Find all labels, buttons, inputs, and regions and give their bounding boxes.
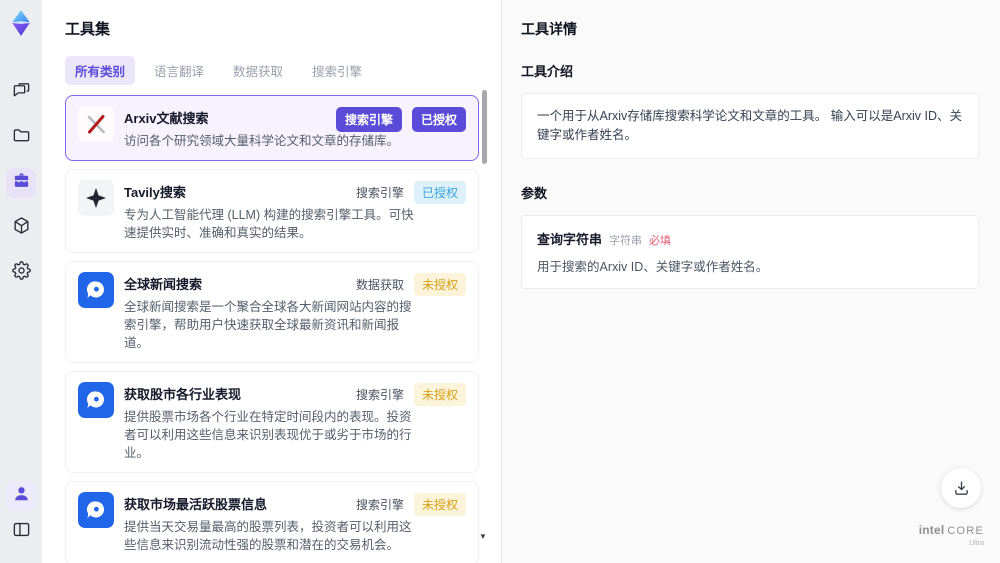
sidebar-item-settings[interactable] (6, 258, 36, 288)
sidebar-item-tools[interactable] (6, 168, 36, 198)
detail-title: 工具详情 (521, 21, 577, 37)
folder-icon (12, 126, 31, 150)
category-tabs: 所有类别 语言翻译 数据获取 搜索引擎 (65, 56, 501, 85)
scrollbar-thumb[interactable] (482, 90, 487, 164)
tool-card-list: Arxiv文献搜索 访问各个研究领域大量科学论文和文章的存储库。 搜索引擎 已授… (65, 95, 479, 563)
tool-card[interactable]: Tavily搜索 专为人工智能代理 (LLM) 构建的搜索引擎工具。可快速提供实… (65, 169, 479, 253)
chat-icon (12, 81, 31, 105)
tavily-icon (78, 180, 114, 216)
category-tag: 数据获取 (355, 278, 404, 292)
app-logo-icon (6, 8, 36, 38)
toolset-panel: 工具集 所有类别 语言翻译 数据获取 搜索引擎 Arxiv文献搜索 访问各个研究… (42, 0, 501, 563)
tool-card[interactable]: Arxiv文献搜索 访问各个研究领域大量科学论文和文章的存储库。 搜索引擎 已授… (65, 95, 479, 161)
params-box: 查询字符串 字符串 必填 用于搜索的Arxiv ID、关键字或作者姓名。 (521, 214, 979, 289)
sidebar-item-chat[interactable] (6, 78, 36, 108)
icon-rail (0, 0, 42, 563)
tool-description: 提供股票市场各个行业在特定时间段内的表现。投资者可以利用这些信息来识别表现优于或… (124, 410, 412, 460)
tool-card[interactable]: 获取股市各行业表现 提供股票市场各个行业在特定时间段内的表现。投资者可以利用这些… (65, 371, 479, 473)
param-head: 查询字符串 字符串 必填 (537, 229, 963, 248)
brand-sub-text: Ultra (969, 540, 984, 547)
tool-tags: 搜索引擎 已授权 (335, 107, 466, 132)
param-required-flag: 必填 (649, 234, 672, 247)
gear-icon (11, 261, 31, 285)
qnews-icon (78, 272, 114, 308)
user-icon (12, 484, 31, 508)
tool-tags: 搜索引擎 未授权 (356, 383, 466, 406)
tool-card[interactable]: 获取市场最活跃股票信息 提供当天交易量最高的股票列表，投资者可以利用这些信息来识… (65, 481, 479, 563)
tab-label: 语言翻译 (154, 65, 205, 79)
auth-status-badge: 未授权 (413, 383, 466, 406)
qnews-icon (78, 382, 114, 418)
intro-box: 一个用于从Arxiv存储库搜索科学论文和文章的工具。 输入可以是Arxiv ID… (521, 93, 979, 159)
app-window: 工具集 所有类别 语言翻译 数据获取 搜索引擎 Arxiv文献搜索 访问各个研究… (0, 0, 1000, 563)
category-tag: 搜索引擎 (355, 186, 404, 200)
category-tab[interactable]: 语言翻译 (144, 56, 214, 85)
param-type: 字符串 (609, 234, 643, 247)
cube-icon (12, 216, 31, 240)
toolbox-icon (12, 171, 31, 195)
tool-tags: 数据获取 未授权 (356, 273, 466, 296)
sidebar-item-models[interactable] (6, 213, 36, 243)
category-tag: 搜索引擎 (335, 107, 402, 132)
params-heading: 参数 (521, 185, 548, 201)
tool-tags: 搜索引擎 未授权 (356, 493, 466, 516)
auth-status-badge: 未授权 (413, 273, 466, 296)
tab-label: 搜索引擎 (312, 65, 363, 79)
param-description: 用于搜索的Arxiv ID、关键字或作者姓名。 (537, 259, 769, 274)
tool-description: 提供当天交易量最高的股票列表，投资者可以利用这些信息来识别流动性强的股票和潜在的… (124, 520, 412, 552)
page-title: 工具集 (65, 21, 111, 38)
sidebar-item-files[interactable] (6, 123, 36, 153)
tool-description: 访问各个研究领域大量科学论文和文章的存储库。 (124, 134, 400, 148)
intel-core-logo: intel CORE Ultra (919, 522, 984, 547)
tool-tags: 搜索引擎 已授权 (356, 181, 466, 204)
auth-status-badge: 已授权 (411, 107, 466, 132)
param-name: 查询字符串 (537, 231, 603, 247)
tool-detail-panel: 工具详情 工具介绍 一个用于从Arxiv存储库搜索科学论文和文章的工具。 输入可… (502, 0, 1000, 563)
arxiv-icon (78, 106, 114, 142)
category-tag: 搜索引擎 (355, 498, 404, 512)
qnews-icon (78, 492, 114, 528)
scrollbar-down-arrow[interactable]: ▼ (479, 532, 487, 541)
tool-card[interactable]: 全球新闻搜索 全球新闻搜索是一个聚合全球各大新闻网站内容的搜索引擎，帮助用户快速… (65, 261, 479, 363)
param-row: 查询字符串 字符串 必填 用于搜索的Arxiv ID、关键字或作者姓名。 (537, 229, 963, 275)
auth-status-badge: 已授权 (413, 181, 466, 204)
tab-label: 所有类别 (75, 65, 126, 79)
category-tab[interactable]: 搜索引擎 (302, 56, 372, 85)
download-icon (954, 480, 968, 495)
sidebar-item-panels[interactable] (6, 517, 36, 547)
rail-bottom-group (6, 481, 36, 563)
tool-description: 全球新闻搜索是一个聚合全球各大新闻网站内容的搜索引擎，帮助用户快速获取全球最新资… (124, 300, 412, 350)
download-button[interactable] (941, 468, 981, 508)
intro-heading: 工具介绍 (521, 64, 574, 79)
auth-status-badge: 未授权 (413, 493, 466, 516)
tool-description: 专为人工智能代理 (LLM) 构建的搜索引擎工具。可快速提供实时、准确和真实的结… (124, 208, 414, 240)
category-tab[interactable]: 数据获取 (223, 56, 293, 85)
brand-intel-text: intel (918, 523, 945, 537)
category-tab[interactable]: 所有类别 (65, 56, 136, 85)
sidebar-item-profile[interactable] (6, 481, 36, 511)
panel-icon (12, 520, 31, 544)
brand-core-text: CORE (947, 525, 984, 537)
category-tag: 搜索引擎 (355, 388, 404, 402)
tab-label: 数据获取 (233, 65, 284, 79)
